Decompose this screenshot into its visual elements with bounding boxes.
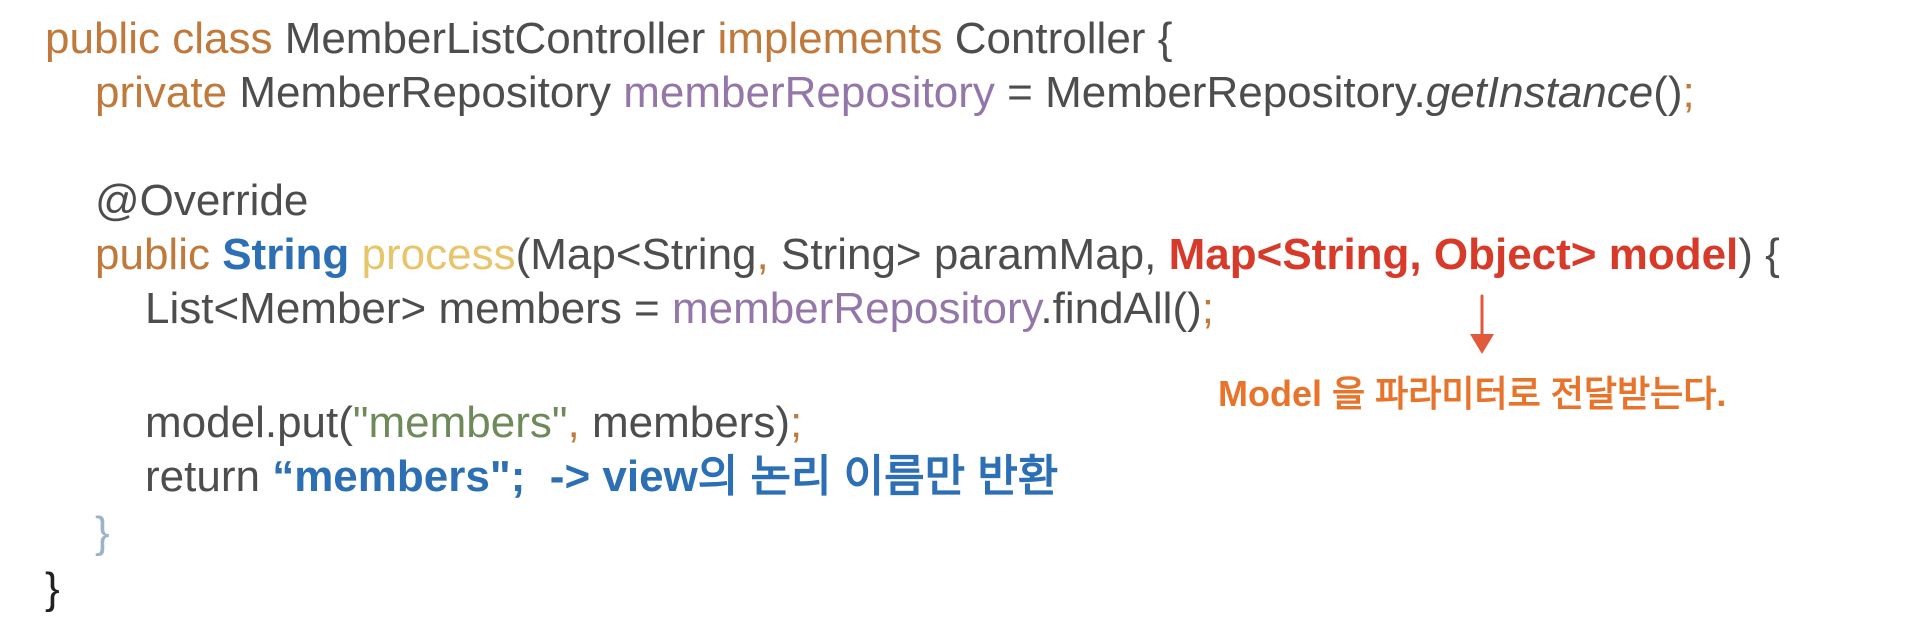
keyword-private: private — [95, 68, 228, 117]
method-parens: () — [1653, 68, 1683, 117]
down-arrow-icon — [1470, 294, 1494, 354]
code-line-return: return “members"; -> view의 논리 이름만 반환 — [145, 450, 1058, 504]
call-target: MemberRepository. — [1045, 68, 1426, 117]
string-literal-members: "members" — [352, 398, 568, 447]
code-line-method-close: } — [95, 506, 110, 560]
code-line-class-declaration: public class MemberListController implem… — [45, 12, 1172, 66]
param-param-map: String> paramMap — [768, 230, 1145, 279]
param-model-highlighted: Map<String, Object> model — [1168, 230, 1739, 279]
model-put-call: model.put( — [145, 398, 353, 447]
class-name: MemberListController — [284, 14, 706, 63]
close-paren-brace: ) { — [1738, 230, 1780, 279]
semicolon: ; — [1201, 284, 1214, 333]
param-map-type: Map<String — [530, 230, 757, 279]
keyword-public: public — [95, 230, 210, 279]
field-name: memberRepository — [623, 68, 995, 117]
field-type: MemberRepository — [239, 68, 611, 117]
code-line-find-all: List<Member> members = memberRepository.… — [145, 282, 1214, 336]
semicolon: ; — [789, 398, 803, 447]
comma: , — [756, 230, 769, 279]
code-line-method-signature: public String process(Map<String, String… — [95, 228, 1780, 282]
keyword-implements: implements — [717, 14, 943, 63]
code-line-field-declaration: private MemberRepository memberRepositor… — [95, 66, 1695, 120]
code-line-override-annotation: @Override — [95, 174, 308, 228]
override-annotation: @Override — [95, 176, 309, 225]
interface-name: Controller — [954, 14, 1146, 63]
code-line-model-put: model.put("members", members); — [145, 396, 802, 450]
find-all-call: .findAll() — [1040, 284, 1202, 333]
field-reference: memberRepository — [671, 284, 1041, 333]
return-type-string: String — [222, 230, 350, 279]
open-brace: { — [1157, 14, 1173, 63]
method-name-process: process — [361, 230, 516, 279]
keyword-return: return — [145, 452, 260, 501]
annotation-label: Model 을 파라미터로 전달받는다. — [1218, 373, 1727, 414]
members-declaration: List<Member> members = — [145, 284, 672, 333]
comma: , — [567, 398, 580, 447]
keyword-class: class — [172, 14, 273, 63]
model-put-rest: members) — [579, 398, 790, 447]
method-close-brace: } — [95, 508, 110, 557]
semicolon: ; — [1682, 68, 1695, 117]
code-slide: public class MemberListController implem… — [0, 0, 1906, 624]
keyword-public: public — [45, 14, 160, 63]
comma: , — [1144, 230, 1157, 279]
class-close-brace: } — [45, 564, 60, 613]
return-value-highlighted: “members"; -> view의 논리 이름만 반환 — [272, 452, 1059, 501]
code-line-class-close: } — [45, 562, 60, 616]
method-get-instance: getInstance — [1425, 68, 1654, 117]
assign-operator: = — [1007, 68, 1033, 117]
open-paren: ( — [515, 230, 531, 279]
